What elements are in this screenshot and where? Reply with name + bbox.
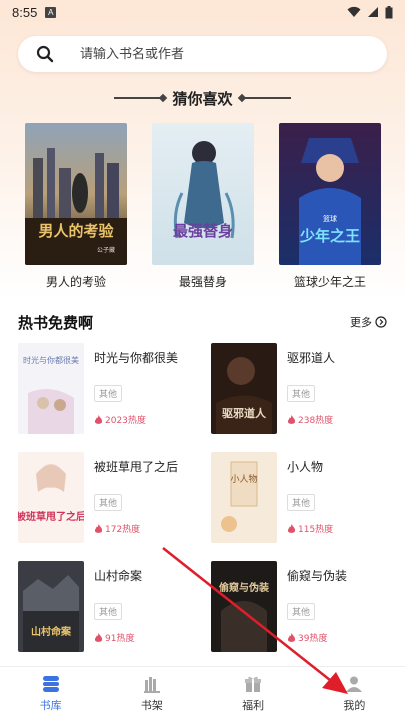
book-title[interactable]: 偷窥与伪装	[287, 567, 347, 584]
cover-author-text: 公子藏	[97, 246, 115, 254]
book-cover[interactable]: 偷窥与伪装	[211, 561, 277, 652]
guess-book-3[interactable]: 篮球 少年之王 篮球少年之王	[279, 123, 381, 290]
nav-profile[interactable]: 我的	[304, 667, 405, 720]
guess-book-2[interactable]: 最强替身 最强替身	[152, 123, 254, 290]
cover-title-text: 少年之王	[299, 227, 360, 245]
heat-value: 115热度	[298, 525, 334, 535]
fire-icon	[287, 414, 296, 424]
category-tag: 其他	[287, 603, 316, 620]
app-notification-icon: A	[45, 6, 57, 18]
fire-icon	[287, 523, 296, 533]
status-indicators	[347, 5, 393, 19]
book-title[interactable]: 篮球少年之王	[279, 273, 381, 290]
category-tag: 其他	[94, 385, 123, 402]
cover-sub-text: 篮球	[323, 214, 337, 223]
divider-right	[240, 97, 291, 99]
fire-icon	[94, 632, 103, 642]
hot-book-6[interactable]: 偷窥与伪装 偷窥与伪装 其他 39热度	[211, 561, 391, 653]
book-cover[interactable]: 男人的考验 公子藏	[25, 123, 127, 265]
cover-title-text: 男人的考验	[38, 222, 114, 240]
hot-book-1[interactable]: 时光与你都很美 时光与你都很美 其他 2023热度	[18, 343, 198, 435]
nav-bookshelf[interactable]: 书架	[101, 667, 202, 720]
fire-icon	[94, 523, 103, 533]
chevron-circle-right-icon[interactable]	[375, 316, 387, 328]
search-bar[interactable]	[18, 36, 387, 72]
bookshelf-icon[interactable]	[142, 674, 162, 694]
book-title[interactable]: 驱邪道人	[287, 349, 335, 366]
cover-title-text: 偷窥与伪装	[219, 581, 269, 594]
heat-value: 172热度	[105, 525, 141, 535]
hot-book-5[interactable]: 山村命案 山村命案 其他 91热度	[18, 561, 198, 653]
nav-library-label[interactable]: 书库	[40, 697, 62, 713]
guess-book-row: 男人的考验 公子藏 男人的考验 最强替身 最强替身 篮球 少年之王 篮球少年之王	[0, 123, 405, 293]
nav-welfare-label[interactable]: 福利	[242, 697, 264, 713]
book-cover[interactable]: 山村命案	[18, 561, 84, 652]
heat-value: 91热度	[105, 634, 135, 644]
cover-title-text: 驱邪道人	[222, 406, 267, 420]
book-title[interactable]: 时光与你都很美	[94, 349, 178, 366]
guess-section-title: 猜你喜欢	[172, 89, 233, 108]
guess-book-1[interactable]: 男人的考验 公子藏 男人的考验	[25, 123, 127, 290]
nav-bookshelf-label[interactable]: 书架	[141, 697, 163, 713]
book-cover[interactable]: 小人物	[211, 452, 277, 543]
heat-indicator: 238热度	[287, 413, 333, 426]
hot-section-header: 热书免费啊 更多	[18, 312, 387, 332]
heat-value: 2023热度	[105, 416, 146, 426]
category-tag: 其他	[94, 494, 123, 511]
status-time: 8:55	[12, 4, 38, 20]
profile-icon[interactable]	[344, 674, 364, 694]
heat-indicator: 2023热度	[94, 413, 146, 426]
fire-icon	[287, 632, 296, 642]
cover-title-text: 被班草甩了之后	[18, 510, 84, 523]
cover-title-text: 山村命案	[31, 625, 72, 638]
divider-left	[114, 97, 165, 99]
category-tag: 其他	[287, 494, 316, 511]
category-tag: 其他	[287, 385, 316, 402]
category-tag: 其他	[94, 603, 123, 620]
hot-book-4[interactable]: 小人物 小人物 其他 115热度	[211, 452, 391, 544]
bottom-navigation: 书库 书架 福利 我的	[0, 666, 405, 720]
book-cover[interactable]: 被班草甩了之后	[18, 452, 84, 543]
heat-value: 39热度	[298, 634, 328, 644]
search-input[interactable]	[80, 46, 350, 62]
heat-indicator: 39热度	[287, 631, 327, 644]
heat-indicator: 172热度	[94, 522, 140, 535]
guess-section-header: 猜你喜欢	[0, 86, 405, 110]
library-icon[interactable]	[41, 674, 61, 694]
more-button[interactable]: 更多	[350, 314, 387, 330]
gift-icon[interactable]	[243, 674, 263, 694]
nav-profile-label[interactable]: 我的	[343, 697, 365, 713]
book-title[interactable]: 小人物	[287, 458, 323, 475]
book-title[interactable]: 男人的考验	[25, 273, 127, 290]
nav-library[interactable]: 书库	[0, 667, 101, 720]
nav-welfare[interactable]: 福利	[203, 667, 304, 720]
cover-title-text: 最强替身	[173, 222, 233, 240]
book-title[interactable]: 被班草甩了之后	[94, 458, 178, 475]
hot-book-2[interactable]: 驱邪道人 驱邪道人 其他 238热度	[211, 343, 391, 435]
heat-indicator: 115热度	[287, 522, 333, 535]
status-bar: 8:55 A	[0, 0, 405, 24]
book-title[interactable]: 山村命案	[94, 567, 142, 584]
heat-value: 238热度	[298, 416, 334, 426]
book-cover[interactable]: 最强替身	[152, 123, 254, 265]
heat-indicator: 91热度	[94, 631, 134, 644]
search-icon	[36, 45, 54, 63]
more-label[interactable]: 更多	[350, 314, 372, 330]
cover-title-text: 时光与你都很美	[23, 355, 79, 365]
fire-icon	[94, 414, 103, 424]
battery-icon	[385, 5, 393, 18]
hot-section-title: 热书免费啊	[18, 313, 94, 332]
book-cover[interactable]: 时光与你都很美	[18, 343, 84, 434]
hot-book-3[interactable]: 被班草甩了之后 被班草甩了之后 其他 172热度	[18, 452, 198, 544]
signal-icon	[368, 7, 378, 17]
cover-title-text: 小人物	[230, 473, 257, 485]
book-cover[interactable]: 篮球 少年之王	[279, 123, 381, 265]
wifi-icon	[347, 6, 361, 17]
book-cover[interactable]: 驱邪道人	[211, 343, 277, 434]
book-title[interactable]: 最强替身	[152, 273, 254, 290]
